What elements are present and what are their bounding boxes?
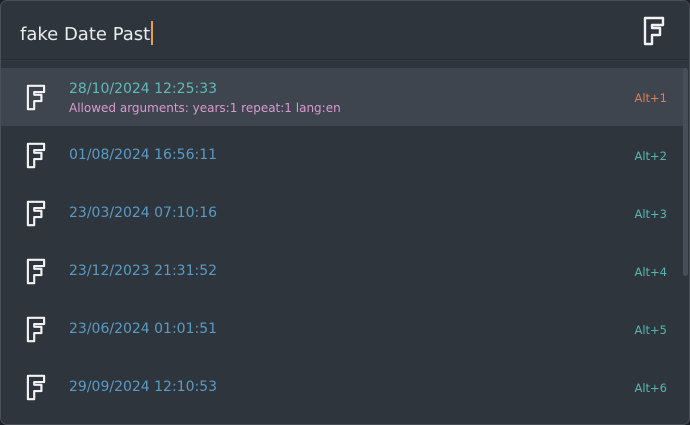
- divider: [1, 60, 689, 61]
- f-letter-icon: [26, 142, 46, 169]
- result-item-5[interactable]: 23/06/2024 01:01:51 Alt+5: [1, 300, 687, 358]
- result-title: 23/06/2024 01:01:51: [69, 321, 218, 337]
- result-item-1[interactable]: 28/10/2024 12:25:33 Allowed arguments: y…: [1, 68, 687, 126]
- search-input[interactable]: fake Date Past: [20, 21, 153, 48]
- result-shortcut: Alt+3: [634, 207, 667, 221]
- f-letter-icon: [26, 84, 46, 111]
- result-title: 29/09/2024 12:10:53: [69, 379, 218, 395]
- f-letter-icon: [643, 16, 665, 46]
- text-caret: [151, 21, 153, 45]
- result-title: 28/10/2024 12:25:33: [69, 81, 218, 97]
- result-shortcut: Alt+6: [634, 381, 667, 395]
- f-letter-icon: [26, 374, 46, 401]
- result-title: 01/08/2024 16:56:11: [69, 147, 218, 163]
- f-letter-icon: [26, 258, 46, 285]
- f-letter-icon: [26, 316, 46, 343]
- result-title: 23/03/2024 07:10:16: [69, 205, 218, 221]
- result-title: 23/12/2023 21:31:52: [69, 263, 218, 279]
- result-shortcut: Alt+2: [634, 149, 667, 163]
- launcher-window: fake Date Past 28/10/2024 12:25:33 Allow…: [0, 0, 690, 425]
- result-shortcut: Alt+5: [634, 323, 667, 337]
- result-item-2[interactable]: 01/08/2024 16:56:11 Alt+2: [1, 126, 687, 184]
- result-item-3[interactable]: 23/03/2024 07:10:16 Alt+3: [1, 184, 687, 242]
- result-shortcut: Alt+1: [634, 91, 667, 105]
- results-list: 28/10/2024 12:25:33 Allowed arguments: y…: [1, 68, 689, 424]
- f-letter-icon: [26, 200, 46, 227]
- result-subtitle: Allowed arguments: years:1 repeat:1 lang…: [69, 101, 341, 115]
- search-bar[interactable]: fake Date Past: [1, 1, 689, 59]
- result-shortcut: Alt+4: [634, 265, 667, 279]
- search-query: fake Date Past: [20, 24, 151, 45]
- result-item-6[interactable]: 29/09/2024 12:10:53 Alt+6: [1, 358, 687, 416]
- scrollbar-thumb[interactable]: [683, 68, 688, 276]
- result-item-4[interactable]: 23/12/2023 21:31:52 Alt+4: [1, 242, 687, 300]
